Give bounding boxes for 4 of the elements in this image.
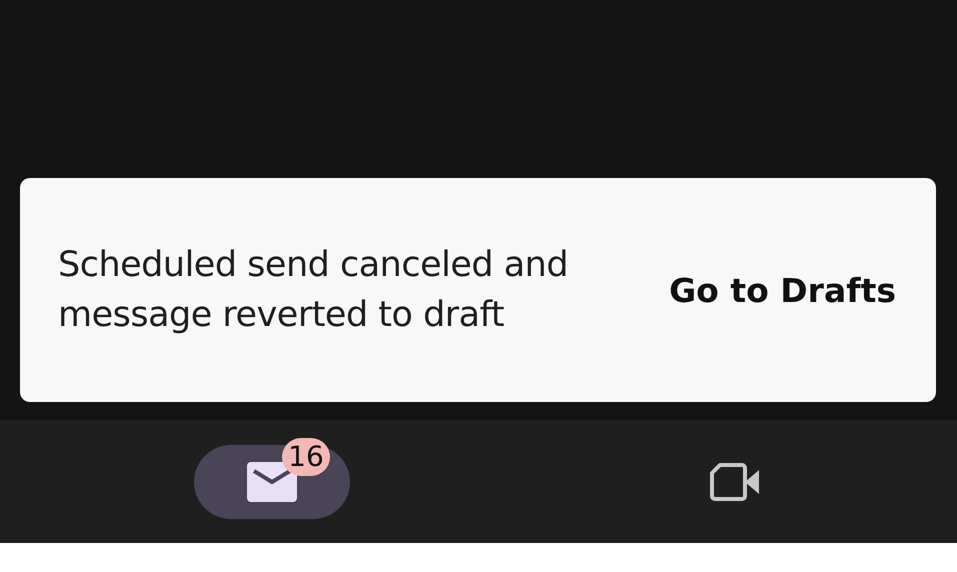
video-camera-icon	[710, 462, 760, 502]
go-to-drafts-button[interactable]: Go to Drafts	[669, 270, 896, 310]
snackbar-message: Scheduled send canceled and message reverted to draft	[58, 244, 570, 337]
unread-count-badge: 16	[282, 438, 330, 476]
